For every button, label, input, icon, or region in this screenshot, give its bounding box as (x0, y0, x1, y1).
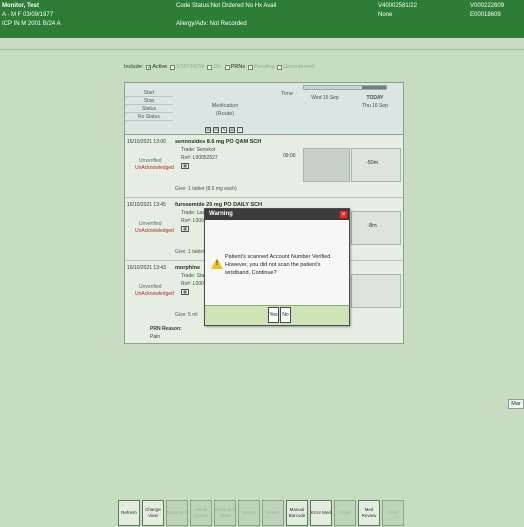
verification-status: Unverified (139, 284, 162, 290)
scrollbar-thumb[interactable] (362, 86, 386, 89)
rx-status-label: Rx Status (125, 113, 173, 121)
allergy-status: Allergy/Adv: Not Recorded (176, 21, 247, 27)
checkbox-icon[interactable] (224, 64, 230, 70)
mrn-secondary: E00018609 (470, 12, 501, 18)
checkbox-icon[interactable] (170, 64, 176, 70)
trade-name: Trade: Stat (181, 273, 206, 279)
date-scrollbar[interactable] (303, 85, 387, 90)
manual-barcode-button[interactable]: Manual Barcode (286, 500, 308, 526)
exit-button[interactable]: Exit (382, 500, 404, 526)
barcode-icon[interactable]: ▦ (181, 226, 189, 232)
column-wed[interactable]: Wed 15 Sep (305, 95, 345, 135)
yes-button[interactable]: Yes (268, 307, 279, 323)
notes-button[interactable]: Notes (262, 500, 284, 526)
print-icon[interactable]: ▤ (229, 127, 235, 133)
med-row[interactable]: 16/10/2021 13:00 Unverified UnAcknowledg… (125, 136, 403, 198)
patient-demographics: A - M F 03/09/1977 (2, 12, 54, 18)
notes-icon[interactable]: ✎ (221, 127, 227, 133)
filter-dc[interactable]: D/c (207, 64, 222, 70)
prn-reason: PRN Reason: Pain (150, 326, 182, 340)
stop-label: Stop (125, 97, 173, 105)
start-time: 16/10/2021 13:45 (127, 202, 166, 208)
verification-status: Unverified (139, 221, 162, 227)
rx-number: Rx#: L0000 (181, 281, 207, 287)
give-instructions: Give: 5 ml (175, 312, 198, 318)
scheduled-time: 09:00 (283, 153, 296, 159)
admin-cell-today[interactable] (351, 274, 401, 308)
medication-name[interactable]: sennosides 8.6 mg PO QAM SCH (175, 139, 261, 145)
acknowledgement-status: UnAcknowledged (135, 228, 174, 234)
status-label: Status (125, 105, 173, 113)
change-view-button[interactable]: Change View (142, 500, 164, 526)
header-divider (0, 49, 524, 50)
barcode-icon[interactable]: ▦ (181, 163, 189, 169)
mar-header: Start Stop Status Rx Status Medication (… (125, 83, 403, 135)
acknowledgement-status: UnAcknowledged (135, 165, 174, 171)
med-review-button[interactable]: Med Review (358, 500, 380, 526)
mar-side-tab[interactable]: Mar (508, 399, 524, 409)
rx-number: Rx#: L00052527 (181, 155, 218, 161)
right-side-strip (509, 80, 524, 500)
medication-name[interactable]: morphine (175, 265, 200, 271)
checkbox-icon[interactable] (277, 64, 283, 70)
give-instructions: Give: 1 tablet (175, 249, 205, 255)
patient-header: Monitor, Test A - M F 03/09/1977 ICP IN … (0, 0, 524, 38)
route-header: (Route) (215, 111, 235, 117)
expand-icon[interactable]: ⊞ (205, 127, 211, 133)
mar-header-labels: Start Stop Status Rx Status (125, 89, 173, 121)
mar-toolbar: ⊞ ⊟ ✎ ▤ i (205, 127, 243, 133)
include-label: Include: (124, 64, 144, 70)
barcode-icon[interactable]: ▦ (181, 289, 189, 295)
trade-name: Trade: Senokot (181, 147, 216, 153)
mrn-number: V000222609 (470, 3, 505, 9)
info-icon[interactable]: i (237, 127, 243, 133)
document-inbox-button[interactable]: Document Inbox (214, 500, 236, 526)
time-offset: -50m (365, 160, 379, 166)
no-button[interactable]: No (280, 307, 291, 323)
account-number: V40002581/22 (378, 3, 418, 9)
verification-status: Unverified (139, 158, 162, 164)
acknowledgement-status: UnAcknowledged (135, 291, 174, 297)
checkbox-icon[interactable] (207, 64, 213, 70)
start-time: 16/10/2021 13:43 (127, 265, 166, 271)
error-med-button[interactable]: Error Med (310, 500, 332, 526)
collapse-icon[interactable]: ⊟ (213, 127, 219, 133)
dialog-message: Patient's scanned Account Number Verifie… (225, 254, 332, 276)
filter-active[interactable]: ✓ Active (146, 64, 167, 70)
prn-reason-label: PRN Reason: (150, 326, 182, 332)
start-time: 16/10/2021 13:00 (127, 139, 166, 145)
prn-reason-value: Pain (150, 334, 161, 340)
refresh-button[interactable]: Refresh (118, 500, 140, 526)
time-header[interactable]: Time (275, 91, 299, 97)
filter-pending[interactable]: Pending (248, 64, 274, 70)
warning-dialog: Warning × ! Patient's scanned Account Nu… (204, 208, 350, 326)
start-label: Start (125, 89, 173, 97)
interact-button[interactable]: Interact (238, 500, 260, 526)
rx-number: Rx#: L0000 (181, 218, 207, 224)
filter-prns[interactable]: PRNs (224, 64, 245, 70)
code-status: Code Status:Not Ordered No Hx Avail (176, 3, 277, 9)
give-instructions: Give: 1 tablet (8.6 mg each) (175, 186, 237, 192)
close-icon[interactable]: × (339, 210, 348, 219)
checkbox-checked-icon[interactable]: ✓ (146, 64, 151, 70)
checkbox-icon[interactable] (248, 64, 254, 70)
admin-queue-button[interactable]: Admin Queue (190, 500, 212, 526)
warning-icon: ! (211, 258, 223, 269)
bottom-toolbar: Refresh Change View Document Admin Queue… (118, 500, 404, 526)
include-filters: Include: ✓ Active STAT/NOW D/c PRNs Pendi… (124, 62, 314, 72)
account-secondary: None (378, 12, 393, 18)
filter-unconfirmed[interactable]: Unconfirmed (277, 64, 314, 70)
scan-button[interactable]: Scan (334, 500, 356, 526)
time-offset: -8m (367, 223, 377, 229)
patient-name: Monitor, Test (2, 3, 39, 9)
patient-location: ICP IN M 2001 B/24 A (2, 21, 61, 27)
medication-header[interactable]: Medication (185, 103, 265, 109)
admin-cell-past[interactable] (303, 148, 350, 182)
document-button[interactable]: Document (166, 500, 188, 526)
filter-stat-now[interactable]: STAT/NOW (170, 64, 204, 70)
dialog-title: Warning (205, 209, 349, 220)
